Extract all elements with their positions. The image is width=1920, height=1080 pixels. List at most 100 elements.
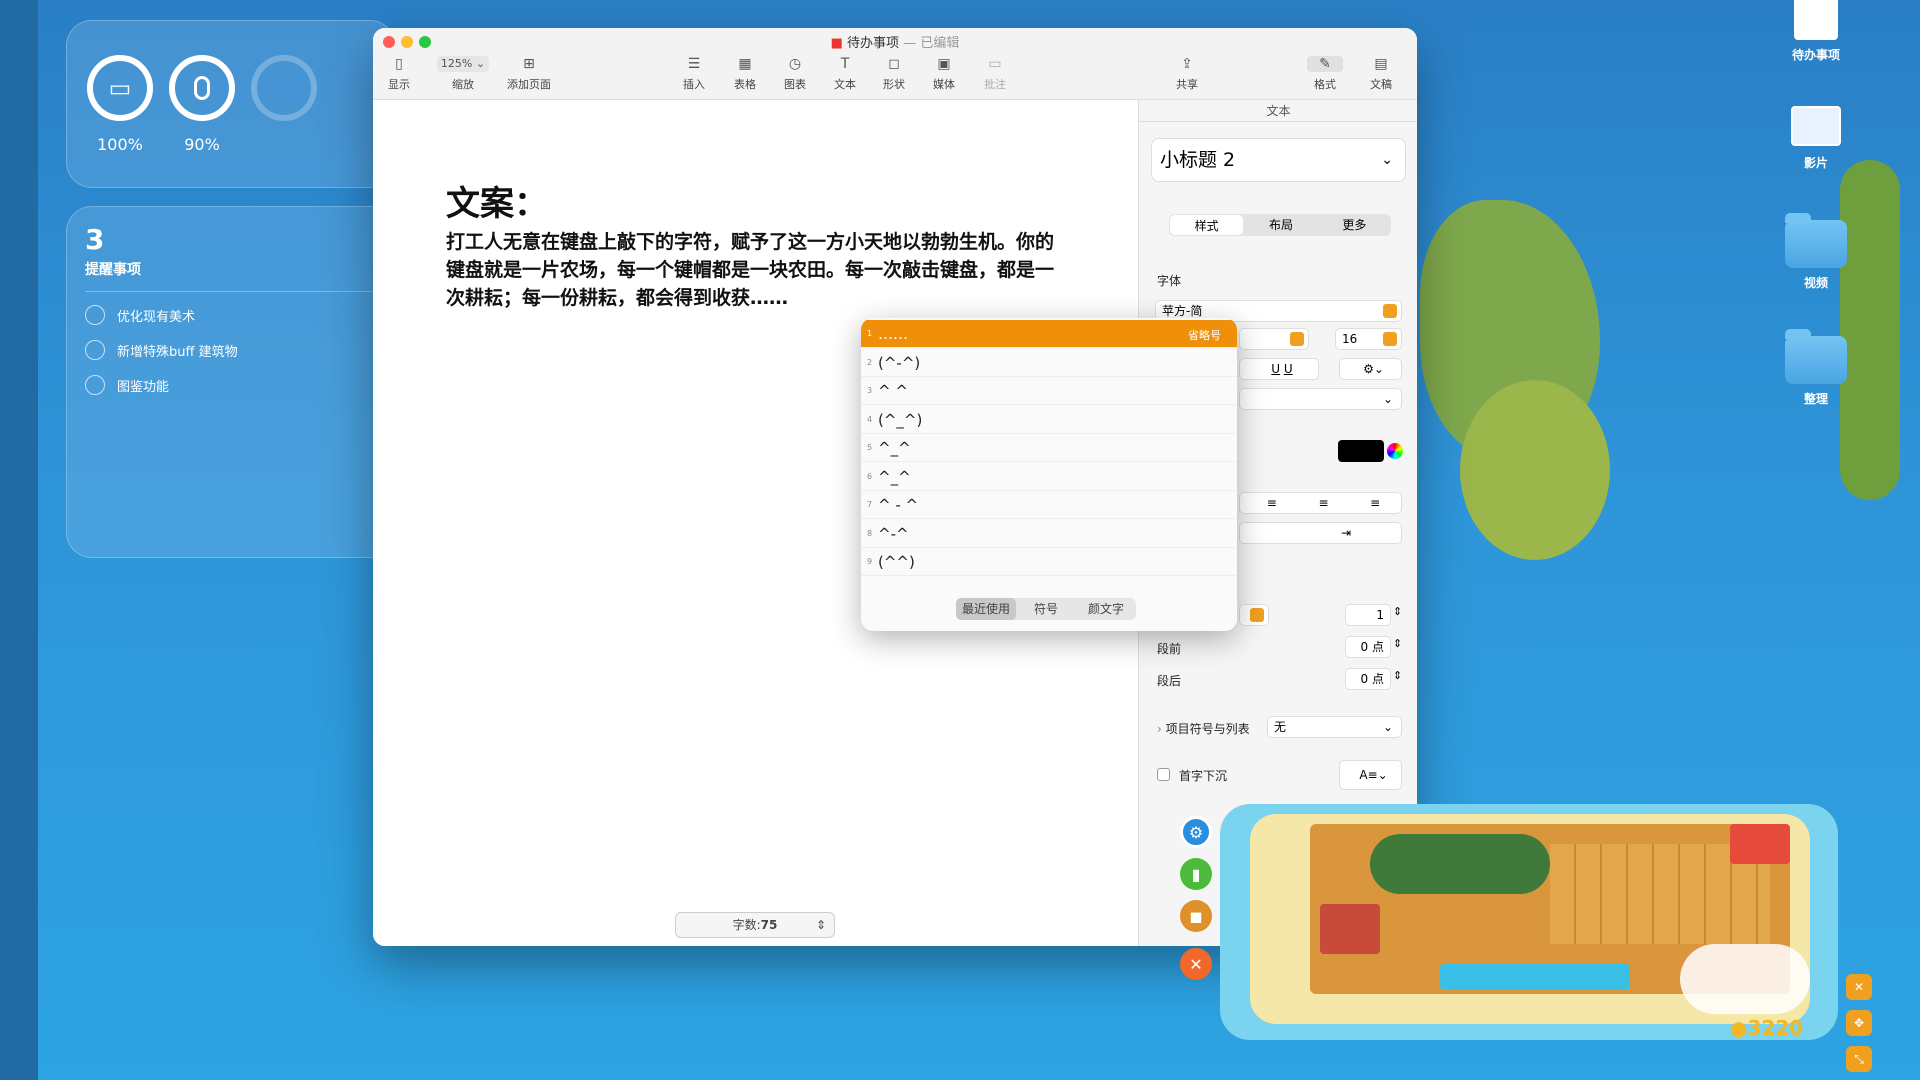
symbol-option[interactable]: 8^-^ xyxy=(861,520,1237,548)
character-style-select[interactable]: ⌄ xyxy=(1239,388,1402,410)
justify-icon[interactable]: ≡ xyxy=(1370,493,1380,513)
checkbox-circle-icon[interactable] xyxy=(85,375,105,395)
tab-more[interactable]: 更多 xyxy=(1318,214,1391,236)
toolbar-label: 表格 xyxy=(734,78,756,91)
toolbar-label: 缩放 xyxy=(452,78,474,91)
line-spacing-field[interactable]: 1 xyxy=(1345,604,1391,626)
farm-game-widget[interactable] xyxy=(1220,804,1838,1040)
gear-icon: ⚙ xyxy=(1189,823,1203,842)
stepper-icon[interactable]: ⇕ xyxy=(1393,669,1402,682)
space-before-field[interactable]: 0 点 xyxy=(1345,636,1391,658)
align-left-icon[interactable]: ≡ xyxy=(1267,493,1277,513)
zoom-value: 125% xyxy=(441,57,472,70)
battery-label: 90% xyxy=(162,135,242,154)
space-after-field[interactable]: 0 点 xyxy=(1345,668,1391,690)
font-family-value: 苹方-简 xyxy=(1162,304,1202,318)
move-icon: ✥ xyxy=(1854,1016,1864,1030)
paragraph-style-select[interactable]: 小标题 2⌄ xyxy=(1151,138,1406,182)
dropcap-style-select[interactable]: A≡⌄ xyxy=(1339,760,1402,790)
indent-buttons[interactable]: ⇥ xyxy=(1239,522,1402,544)
toolbar-format-button[interactable]: ✎格式 xyxy=(1295,56,1355,92)
option-index: 3 xyxy=(867,386,872,395)
option-text: …… xyxy=(878,325,908,343)
reminder-item[interactable]: 图鉴功能 xyxy=(85,375,169,395)
desktop-folder-icon[interactable]: 整理 xyxy=(1756,336,1876,407)
desktop-file-icon[interactable]: 待办事项 xyxy=(1756,0,1876,63)
symbol-option[interactable]: 4(^_^) xyxy=(861,406,1237,434)
mute-button[interactable]: ✕ xyxy=(1846,974,1872,1000)
battery-label: 100% xyxy=(80,135,160,154)
dropdown-icon xyxy=(1383,332,1397,346)
close-game-button[interactable]: ✕ xyxy=(1180,948,1212,980)
checkbox-circle-icon[interactable] xyxy=(85,305,105,325)
spacing-select[interactable] xyxy=(1239,604,1269,626)
dropcap-icon: A≡⌄ xyxy=(1359,768,1387,782)
tab-kaomoji[interactable]: 颜文字 xyxy=(1076,598,1136,620)
toolbar-comment-button[interactable]: ▭批注 xyxy=(965,56,1025,92)
word-count-control[interactable]: 字数:75 ⇕ xyxy=(675,912,835,938)
toolbar-label: 批注 xyxy=(984,78,1006,91)
bullets-section[interactable]: › 项目符号与列表 xyxy=(1157,720,1250,737)
toolbar-label: 显示 xyxy=(388,78,410,91)
stepper-icon[interactable]: ⇕ xyxy=(1393,637,1402,650)
symbol-option[interactable]: 9(^^) xyxy=(861,548,1237,576)
text-options-button[interactable]: ⚙⌄ xyxy=(1339,358,1402,380)
symbol-option[interactable]: 5^_^ xyxy=(861,434,1237,462)
option-text: (^_^) xyxy=(878,411,922,429)
alignment-buttons[interactable]: ≡ ≡ ≡ xyxy=(1239,492,1402,514)
move-button[interactable]: ✥ xyxy=(1846,1010,1872,1036)
chart-icon: ◷ xyxy=(786,56,804,72)
reminder-item[interactable]: 优化现有美术 xyxy=(85,305,195,325)
toolbar-document-button[interactable]: ▤文稿 xyxy=(1351,56,1411,92)
toolbar-share-button[interactable]: ⇪共享 xyxy=(1157,56,1217,92)
underline-buttons[interactable]: U U xyxy=(1239,358,1319,380)
desktop-movie-icon[interactable]: 影片 xyxy=(1756,106,1876,171)
tab-recent[interactable]: 最近使用 xyxy=(956,598,1016,620)
symbol-option[interactable]: 7^ - ^ xyxy=(861,491,1237,519)
stats-button[interactable]: ▮ xyxy=(1180,858,1212,890)
symbol-option[interactable]: 2(^-^) xyxy=(861,349,1237,377)
toolbar-view-button[interactable]: ▯显示 xyxy=(373,56,429,92)
mute-icon: ✕ xyxy=(1854,980,1864,994)
bush-decoration xyxy=(1840,160,1900,500)
icon-label: 整理 xyxy=(1804,392,1828,406)
bullets-select[interactable]: 无⌄ xyxy=(1267,716,1402,738)
font-size-field[interactable]: 16 xyxy=(1335,328,1402,350)
tab-symbols[interactable]: 符号 xyxy=(1016,598,1076,620)
align-right-icon[interactable]: ≡ xyxy=(1318,493,1328,513)
desktop-folder-icon[interactable]: 视频 xyxy=(1756,220,1876,291)
tab-layout[interactable]: 布局 xyxy=(1244,214,1317,236)
window-title: ■ 待办事项 — 已编辑 xyxy=(373,32,1417,51)
symbol-option[interactable]: 3^ ^ xyxy=(861,377,1237,405)
space-before-value: 0 点 xyxy=(1361,640,1384,654)
add-page-icon: ⊞ xyxy=(520,56,538,72)
resize-button[interactable]: ⤡ xyxy=(1846,1046,1872,1072)
dropdown-icon xyxy=(1383,304,1397,318)
inventory-button[interactable]: ◼ xyxy=(1180,900,1212,932)
stepper-icon[interactable]: ⇕ xyxy=(1393,605,1402,618)
color-wheel-icon[interactable] xyxy=(1387,443,1403,459)
indent-icon[interactable]: ⇥ xyxy=(1341,526,1351,540)
doc-heading[interactable]: 文案： xyxy=(446,176,548,225)
doc-body[interactable]: 打工人无意在键盘上敲下的字符，赋予了这一方小天地以勃勃生机。你的键盘就是一片农场… xyxy=(446,228,1066,312)
option-index: 2 xyxy=(867,358,872,367)
tab-style[interactable]: 样式 xyxy=(1170,215,1243,235)
toolbar-add-page-button[interactable]: ⊞添加页面 xyxy=(499,56,559,92)
symbol-option[interactable]: 1……省略号 xyxy=(861,320,1237,348)
symbol-option[interactable]: 6^_^ xyxy=(861,463,1237,491)
game-island xyxy=(1250,814,1810,1024)
text-icon: T xyxy=(836,56,854,72)
reminder-item[interactable]: 新增特殊buff 建筑物 xyxy=(85,340,238,360)
dropcap-checkbox[interactable] xyxy=(1157,768,1170,781)
toolbar-zoom-button[interactable]: 125% ⌄缩放 xyxy=(433,56,493,92)
settings-button[interactable]: ⚙ xyxy=(1180,816,1212,848)
word-count-label: 字数: xyxy=(733,918,761,932)
toolbar-label: 格式 xyxy=(1314,78,1336,91)
option-index: 7 xyxy=(867,500,872,509)
space-before-label: 段前 xyxy=(1157,640,1181,657)
picker-tabs: 最近使用 符号 颜文字 xyxy=(956,598,1136,620)
checkbox-circle-icon[interactable] xyxy=(85,340,105,360)
font-weight-select[interactable] xyxy=(1239,328,1309,350)
resize-icon: ⤡ xyxy=(1854,1052,1864,1067)
text-color-swatch[interactable] xyxy=(1338,440,1384,462)
